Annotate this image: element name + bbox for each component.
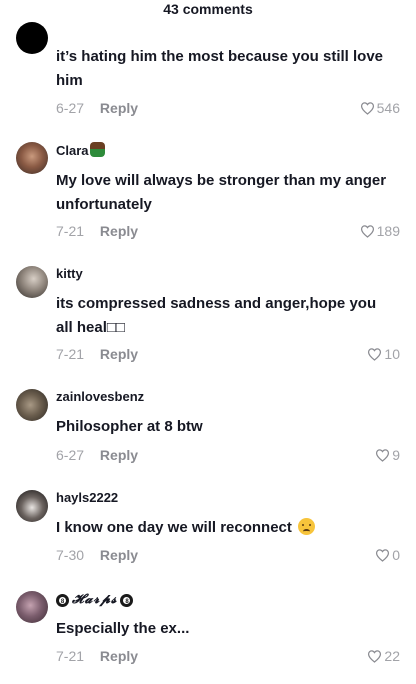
like-button[interactable]: 10	[367, 344, 400, 364]
comment-meta: 7-21 Reply 189	[56, 221, 400, 241]
reply-button[interactable]: Reply	[100, 445, 138, 465]
comment-date: 7-21	[56, 346, 85, 362]
comment-item: kitty its compressed sadness and anger,h…	[0, 266, 416, 376]
comment-text: it’s hating him the most because you sti…	[56, 48, 384, 89]
avatar[interactable]	[16, 389, 48, 421]
like-count: 546	[376, 100, 400, 116]
comment-meta: 6-27 Reply 546	[56, 98, 400, 118]
comment-username[interactable]: kitty	[56, 266, 83, 282]
comment-date: 6-27	[56, 100, 85, 116]
avatar[interactable]	[16, 490, 48, 522]
heart-outline-icon	[368, 650, 382, 663]
like-button[interactable]: 9	[375, 445, 400, 465]
comment-item: hayls2222 I know one day we will reconne…	[0, 490, 416, 580]
username-text: Clara	[56, 143, 89, 158]
comments-count-header: 43 comments	[163, 1, 253, 17]
comment-username[interactable]: Clara	[56, 142, 105, 159]
reply-button[interactable]: Reply	[100, 344, 138, 364]
comment-text-suffix: □□	[106, 319, 125, 336]
comment-text: Philosopher at 8 btw	[56, 418, 203, 435]
comment-text: I know one day we will reconnect	[56, 516, 396, 540]
comment-date: 7-21	[56, 223, 85, 239]
like-button[interactable]: 546	[360, 98, 400, 118]
heart-outline-icon	[376, 449, 390, 462]
reply-button[interactable]: Reply	[100, 545, 138, 565]
comment-text: My love will always be stronger than my …	[56, 172, 387, 213]
reply-button[interactable]: Reply	[100, 221, 138, 241]
comment-date: 7-21	[56, 648, 85, 664]
comment-username[interactable]: zainlovesbenz	[56, 389, 144, 405]
comment-text-body: its compressed sadness and anger,hope yo…	[56, 295, 377, 336]
like-button[interactable]: 0	[375, 545, 400, 565]
username-text: 𝓗𝓪𝓻𝓹𝓼	[72, 592, 118, 607]
like-count: 22	[384, 648, 400, 664]
avatar[interactable]	[16, 22, 48, 54]
avatar[interactable]	[16, 142, 48, 174]
comment-meta: 7-21 Reply 10	[56, 344, 400, 364]
avatar[interactable]	[16, 266, 48, 298]
avatar[interactable]	[16, 591, 48, 623]
like-button[interactable]: 22	[367, 646, 400, 666]
sad-face-emoji-icon	[298, 518, 316, 535]
person-emoji-icon	[89, 142, 105, 157]
like-count: 189	[376, 223, 400, 239]
eight-ball-icon: 8	[120, 594, 134, 607]
comment-username[interactable]: 8 𝓗𝓪𝓻𝓹𝓼 8	[56, 591, 134, 608]
comment-date: 6-27	[56, 447, 85, 463]
comment-meta: 7-21 Reply 22	[56, 646, 400, 666]
comment-date: 7-30	[56, 547, 85, 563]
like-count: 9	[392, 447, 400, 463]
comment-item: 8 𝓗𝓪𝓻𝓹𝓼 8 Especially the ex... 7-21 Reply …	[0, 591, 416, 681]
like-button[interactable]: 189	[360, 221, 400, 241]
reply-button[interactable]: Reply	[100, 646, 138, 666]
heart-outline-icon	[360, 102, 374, 115]
comment-username[interactable]: hayls2222	[56, 490, 118, 506]
heart-outline-icon	[368, 348, 382, 361]
heart-outline-icon	[376, 549, 390, 562]
like-count: 0	[392, 547, 400, 563]
comment-text: Especially the ex...	[56, 620, 190, 637]
like-count: 10	[384, 346, 400, 362]
heart-outline-icon	[360, 225, 374, 238]
comment-item: zainlovesbenz Philosopher at 8 btw 6-27 …	[0, 389, 416, 479]
comment-item: Clara My love will always be stronger th…	[0, 142, 416, 252]
comment-text-body: I know one day we will reconnect	[56, 519, 292, 536]
comment-text: its compressed sadness and anger,hope yo…	[56, 292, 396, 340]
eight-ball-icon: 8	[56, 594, 69, 607]
comment-meta: 6-27 Reply 9	[56, 445, 400, 465]
reply-button[interactable]: Reply	[100, 98, 138, 118]
comment-meta: 7-30 Reply 0	[56, 545, 400, 565]
comment-item: it’s hating him the most because you sti…	[0, 22, 416, 128]
